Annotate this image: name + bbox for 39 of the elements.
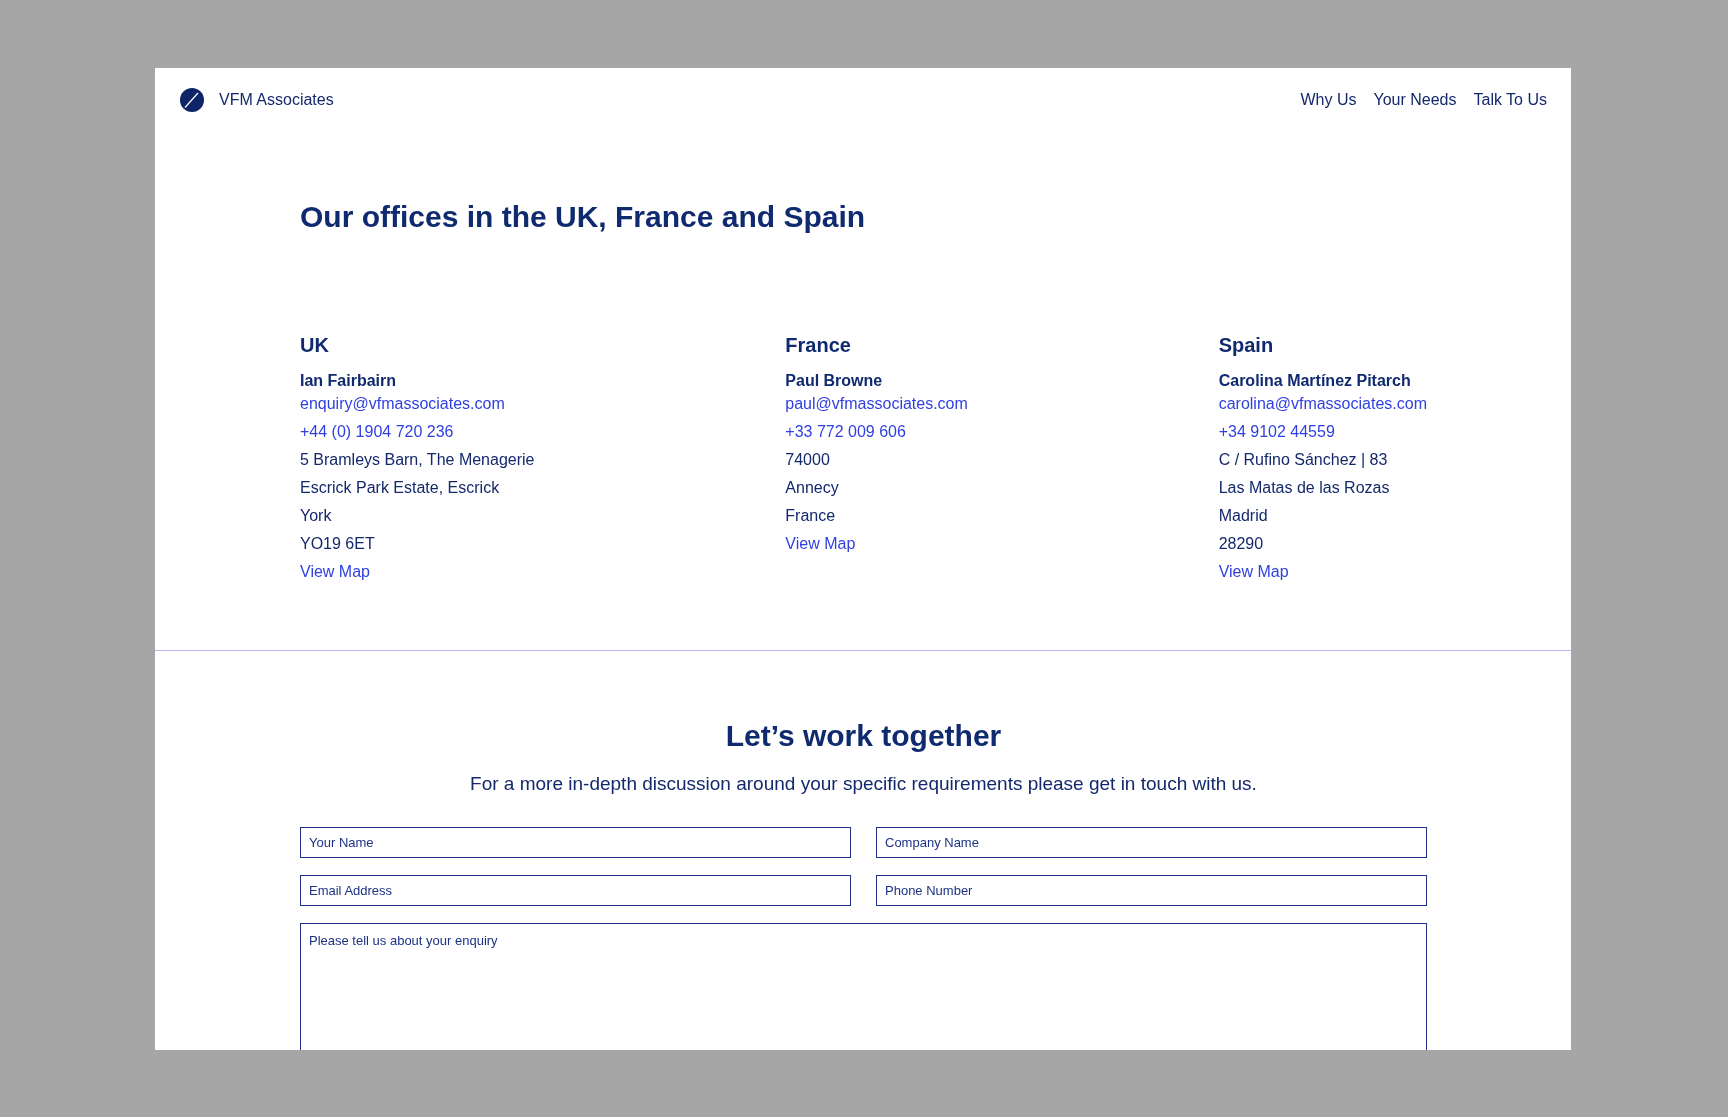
address-line: C / Rufino Sánchez | 83: [1218, 450, 1388, 470]
address-line: York: [300, 506, 332, 526]
address-line: Escrick Park Estate, Escrick: [300, 478, 500, 498]
logo-icon[interactable]: [180, 88, 204, 112]
email-link[interactable]: enquiry@vfmassociates.com: [300, 393, 505, 415]
text-field[interactable]: Email Address: [300, 875, 851, 906]
address-line: Annecy: [785, 478, 839, 498]
address-line: Madrid: [1218, 506, 1268, 526]
phone-link[interactable]: +44 (0) 1904 720 236: [300, 418, 454, 446]
address-line: France: [785, 506, 836, 526]
country-heading: France: [785, 333, 852, 357]
address-line: 74000: [785, 450, 830, 470]
address-line: YO19 6ET: [300, 534, 375, 554]
view-map-link[interactable]: View Map: [785, 530, 856, 558]
nav-link[interactable]: Why Us: [1300, 91, 1357, 109]
nav-link[interactable]: Your Needs: [1373, 91, 1457, 109]
contact-name: Carolina Martínez Pitarch: [1218, 371, 1412, 391]
text-field[interactable]: Your Name: [300, 827, 851, 858]
brand-name[interactable]: VFM Associates: [219, 91, 334, 109]
address-line: Las Matas de las Rozas: [1218, 478, 1390, 498]
text-field[interactable]: Company Name: [876, 827, 1427, 858]
contact-name: Paul Browne: [785, 371, 884, 391]
message-field[interactable]: Please tell us about your enquiry: [300, 923, 1427, 1050]
nav-link[interactable]: Talk To Us: [1473, 91, 1547, 109]
email-link[interactable]: paul@vfmassociates.com: [785, 393, 968, 415]
contact-heading: Let’s work together: [725, 718, 1002, 754]
country-heading: UK: [300, 333, 330, 357]
country-heading: Spain: [1218, 333, 1275, 357]
contact-name: Ian Fairbairn: [300, 371, 398, 391]
text-field[interactable]: Phone Number: [876, 875, 1427, 906]
address-line: 28290: [1218, 534, 1264, 554]
view-map-link[interactable]: View Map: [1218, 558, 1289, 586]
address-line: 5 Bramleys Barn, The Menagerie: [300, 450, 535, 470]
phone-link[interactable]: +34 9102 44559: [1218, 418, 1335, 446]
phone-link[interactable]: +33 772 009 606: [785, 418, 906, 446]
view-map-link[interactable]: View Map: [300, 558, 370, 586]
offices-heading: Our offices in the UK, France and Spain: [300, 199, 867, 235]
contact-intro: For a more in-depth discussion around your specific requirements please get in touch with us.: [470, 772, 1257, 796]
email-link[interactable]: carolina@vfmassociates.com: [1218, 393, 1427, 415]
